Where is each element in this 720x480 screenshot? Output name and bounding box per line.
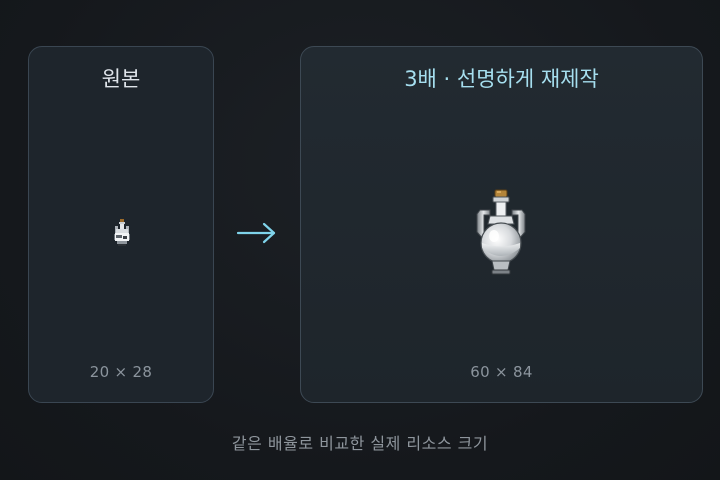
original-panel-title: 원본 [101, 67, 141, 91]
potion-bottle-icon [476, 189, 526, 275]
comparison-caption: 같은 배율로 비교한 실제 리소스 크기 [231, 434, 489, 453]
remade-dimensions: 60 × 84 [470, 363, 533, 381]
remade-panel-title: 3배 · 선명하게 재제작 [404, 67, 599, 91]
right-arrow-icon [236, 222, 276, 244]
original-panel: 원본 20 × 28 [28, 46, 214, 403]
remade-panel: 3배 · 선명하게 재제작 60 × 84 [300, 46, 703, 403]
original-dimensions: 20 × 28 [89, 363, 153, 381]
potion-bottle-icon [114, 219, 130, 246]
